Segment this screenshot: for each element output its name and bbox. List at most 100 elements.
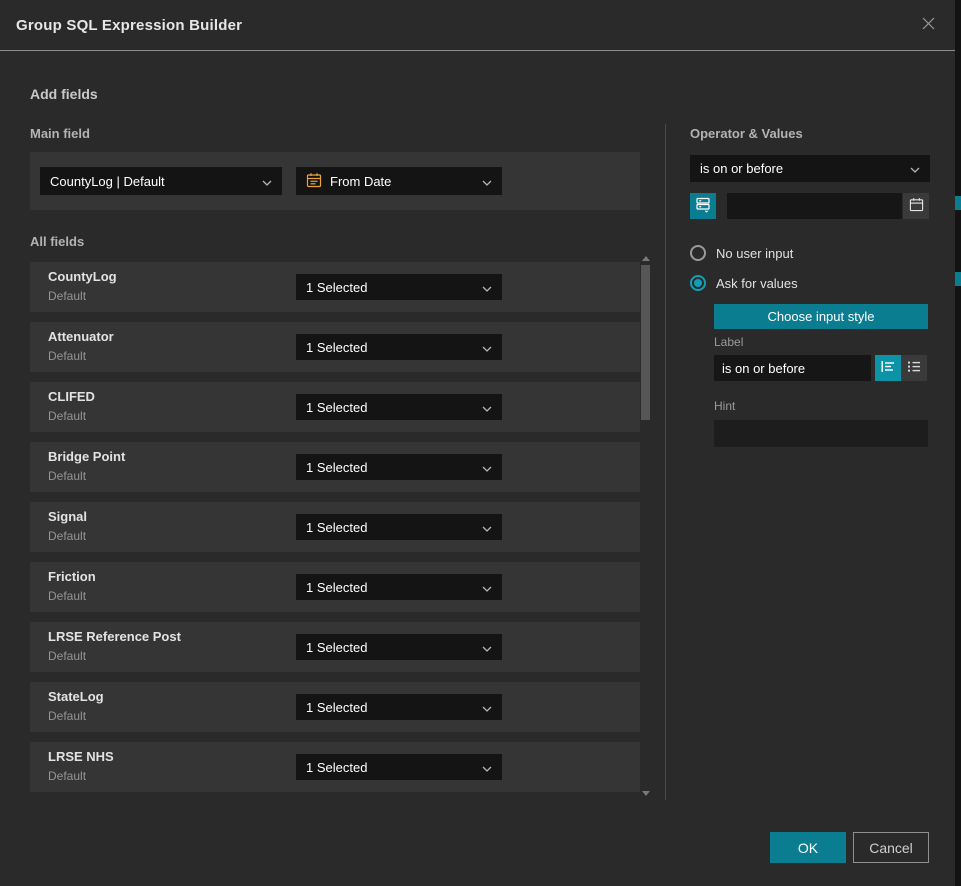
- main-layer-select-value: CountyLog | Default: [50, 174, 165, 189]
- field-selected-dropdown[interactable]: 1 Selected: [296, 394, 502, 420]
- selected-count: 1 Selected: [306, 280, 367, 295]
- chevron-down-icon: [910, 161, 920, 176]
- all-fields-list: CountyLog Default 1 Selected Attenuator …: [30, 262, 640, 802]
- list-value-style-button[interactable]: [901, 355, 927, 381]
- field-selected-dropdown[interactable]: 1 Selected: [296, 514, 502, 540]
- dialog-header: Group SQL Expression Builder: [0, 0, 955, 51]
- field-row-clifed: CLIFED Default 1 Selected: [30, 382, 640, 432]
- field-name: StateLog: [48, 689, 104, 704]
- calendar-icon: [909, 197, 924, 215]
- field-row-statelog: StateLog Default 1 Selected: [30, 682, 640, 732]
- close-icon: [921, 16, 936, 34]
- hint-input[interactable]: [714, 420, 928, 447]
- chevron-down-icon: [482, 580, 492, 595]
- single-value-style-button[interactable]: [875, 355, 901, 381]
- edge-accent-fragment: [955, 196, 961, 210]
- main-field-box: CountyLog | Default From Date: [30, 152, 640, 210]
- selected-count: 1 Selected: [306, 460, 367, 475]
- radio-circle-selected: [690, 275, 706, 291]
- bulleted-list-icon: [907, 360, 921, 376]
- ok-button[interactable]: OK: [770, 832, 846, 863]
- label-input[interactable]: [714, 355, 871, 381]
- scrollbar-down-arrow[interactable]: [642, 791, 650, 796]
- field-sublabel: Default: [48, 409, 86, 423]
- label-caption: Label: [714, 335, 743, 349]
- screen: Group SQL Expression Builder Add fields …: [0, 0, 961, 886]
- field-sublabel: Default: [48, 469, 86, 483]
- field-sublabel: Default: [48, 769, 86, 783]
- field-sublabel: Default: [48, 289, 86, 303]
- field-sublabel: Default: [48, 589, 86, 603]
- field-selected-dropdown[interactable]: 1 Selected: [296, 754, 502, 780]
- main-date-field-select[interactable]: From Date: [296, 167, 502, 195]
- chevron-down-icon: [262, 174, 272, 189]
- cancel-button[interactable]: Cancel: [853, 832, 929, 863]
- field-name: Attenuator: [48, 329, 114, 344]
- selected-count: 1 Selected: [306, 520, 367, 535]
- hint-caption: Hint: [714, 399, 735, 413]
- field-name: Friction: [48, 569, 96, 584]
- chevron-down-icon: [482, 520, 492, 535]
- radio-label: No user input: [716, 246, 793, 261]
- field-name: Bridge Point: [48, 449, 125, 464]
- field-stack-icon: [695, 196, 712, 216]
- panel-divider: [665, 124, 666, 800]
- radio-no-user-input[interactable]: No user input: [690, 245, 793, 261]
- chevron-down-icon: [482, 640, 492, 655]
- field-selected-dropdown[interactable]: 1 Selected: [296, 454, 502, 480]
- radio-circle: [690, 245, 706, 261]
- field-row-signal: Signal Default 1 Selected: [30, 502, 640, 552]
- field-row-friction: Friction Default 1 Selected: [30, 562, 640, 612]
- chevron-down-icon: [482, 760, 492, 775]
- field-selected-dropdown[interactable]: 1 Selected: [296, 574, 502, 600]
- choose-input-style-button[interactable]: Choose input style: [714, 304, 928, 329]
- add-fields-heading: Add fields: [30, 86, 98, 102]
- operator-select-value: is on or before: [700, 161, 783, 176]
- radio-label: Ask for values: [716, 276, 798, 291]
- chevron-down-icon: [482, 340, 492, 355]
- date-picker-button[interactable]: [903, 193, 929, 219]
- close-button[interactable]: [917, 14, 939, 36]
- scrollbar-up-arrow[interactable]: [642, 256, 650, 261]
- align-left-icon: [881, 360, 895, 376]
- field-name: LRSE NHS: [48, 749, 114, 764]
- operator-values-heading: Operator & Values: [690, 126, 803, 141]
- value-input[interactable]: [727, 193, 902, 219]
- field-selected-dropdown[interactable]: 1 Selected: [296, 274, 502, 300]
- calendar-icon: [306, 172, 322, 191]
- all-fields-label: All fields: [30, 234, 84, 249]
- chevron-down-icon: [482, 400, 492, 415]
- field-selected-dropdown[interactable]: 1 Selected: [296, 694, 502, 720]
- chevron-down-icon: [482, 174, 492, 189]
- edge-accent-fragment: [955, 272, 961, 286]
- main-layer-select[interactable]: CountyLog | Default: [40, 167, 282, 195]
- main-date-field-value: From Date: [330, 174, 391, 189]
- field-sublabel: Default: [48, 709, 86, 723]
- selected-count: 1 Selected: [306, 580, 367, 595]
- field-sublabel: Default: [48, 349, 86, 363]
- field-name: CountyLog: [48, 269, 117, 284]
- selected-count: 1 Selected: [306, 760, 367, 775]
- radio-ask-for-values[interactable]: Ask for values: [690, 275, 798, 291]
- field-row-lrse-nhs: LRSE NHS Default 1 Selected: [30, 742, 640, 792]
- background-app-edge: [955, 0, 961, 886]
- dialog-title: Group SQL Expression Builder: [16, 17, 242, 34]
- field-row-bridge-point: Bridge Point Default 1 Selected: [30, 442, 640, 492]
- group-sql-expression-builder-dialog: Group SQL Expression Builder Add fields …: [0, 0, 955, 886]
- chevron-down-icon: [482, 700, 492, 715]
- field-selected-dropdown[interactable]: 1 Selected: [296, 634, 502, 660]
- scrollbar-thumb[interactable]: [641, 265, 650, 420]
- selected-count: 1 Selected: [306, 400, 367, 415]
- field-row-countylog: CountyLog Default 1 Selected: [30, 262, 640, 312]
- value-source-toggle-button[interactable]: [690, 193, 716, 219]
- main-field-label: Main field: [30, 126, 90, 141]
- operator-select[interactable]: is on or before: [690, 155, 930, 182]
- selected-count: 1 Selected: [306, 340, 367, 355]
- field-sublabel: Default: [48, 529, 86, 543]
- field-name: Signal: [48, 509, 87, 524]
- field-name: LRSE Reference Post: [48, 629, 181, 644]
- selected-count: 1 Selected: [306, 700, 367, 715]
- input-style-segmented-control: [875, 355, 927, 381]
- field-selected-dropdown[interactable]: 1 Selected: [296, 334, 502, 360]
- field-row-attenuator: Attenuator Default 1 Selected: [30, 322, 640, 372]
